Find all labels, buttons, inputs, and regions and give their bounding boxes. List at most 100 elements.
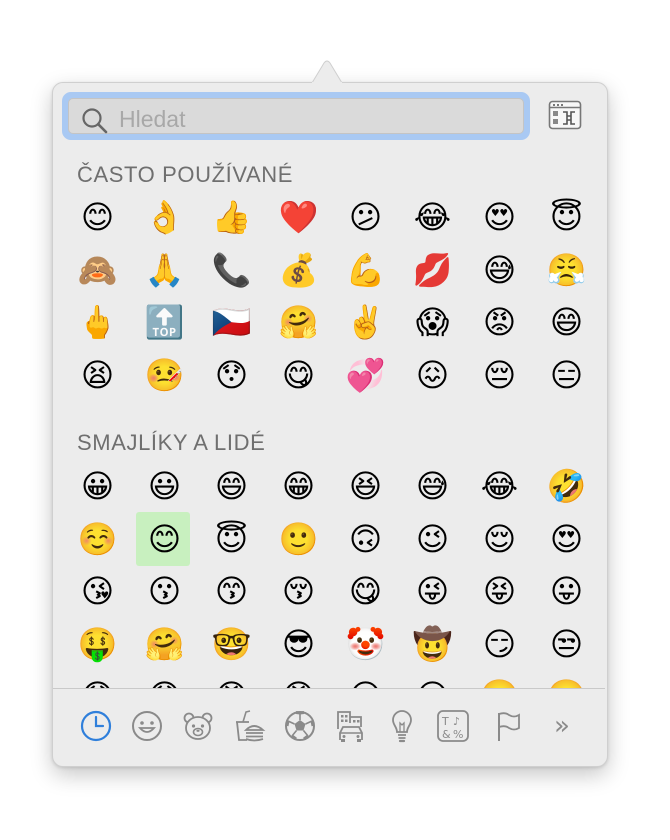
emoji-cell[interactable]: 😑: [533, 349, 600, 402]
emoji-cell[interactable]: 😄: [198, 460, 265, 513]
smileys-grid: 😀😃😄😁😆😅😂🤣 ☺️😊😇🙂🙃😉😌😍 😘😗😙😚😋😜😝😛 🤑🤗🤓😎🤡🤠😏😒 😞😟😠😡😔😕🙁…: [64, 460, 600, 688]
emoji-cell[interactable]: 🙃: [332, 513, 399, 566]
category-travel[interactable]: [331, 706, 371, 746]
emoji-cell[interactable]: 😕: [399, 670, 466, 688]
flag-icon: [498, 712, 520, 741]
emoji-cell[interactable]: 😠: [198, 670, 265, 688]
search-field[interactable]: [62, 92, 530, 140]
emoji-cell[interactable]: 😖: [399, 349, 466, 402]
popover-arrow: [312, 60, 342, 83]
category-smileys[interactable]: [127, 706, 167, 746]
emoji-cell[interactable]: 😅: [466, 244, 533, 297]
category-objects[interactable]: [382, 706, 422, 746]
emoji-cell[interactable]: 😜: [399, 565, 466, 618]
emoji-cell[interactable]: 😛: [533, 565, 600, 618]
emoji-cell[interactable]: 😔: [332, 670, 399, 688]
emoji-cell[interactable]: 😇: [198, 513, 265, 566]
buildings-car-icon: [337, 711, 363, 742]
emoji-cell[interactable]: 😃: [131, 460, 198, 513]
emoji-cell[interactable]: 🤡: [332, 618, 399, 671]
more-categories-button[interactable]: »: [542, 706, 582, 746]
emoji-cell[interactable]: 😫: [64, 349, 131, 402]
emoji-cell[interactable]: 🤠: [399, 618, 466, 671]
category-animals[interactable]: [178, 706, 218, 746]
svg-text:&: &: [442, 728, 451, 741]
emoji-cell[interactable]: 🤒: [131, 349, 198, 402]
emoji-cell[interactable]: 😱: [399, 296, 466, 349]
emoji-cell[interactable]: 😗: [131, 565, 198, 618]
category-symbols[interactable]: T ♪ & %: [433, 706, 473, 746]
search-box[interactable]: [68, 98, 524, 135]
emoji-cell[interactable]: 💰: [265, 244, 332, 297]
emoji-cell[interactable]: 😏: [466, 618, 533, 671]
emoji-cell[interactable]: 😌: [466, 513, 533, 566]
emoji-cell[interactable]: 🙏: [131, 244, 198, 297]
emoji-cell[interactable]: ✌️: [332, 296, 399, 349]
emoji-cell[interactable]: 😯: [198, 349, 265, 402]
emoji-cell[interactable]: 😆: [332, 460, 399, 513]
category-divider: [53, 688, 605, 689]
search-input[interactable]: [117, 103, 501, 135]
symbols-icon: T ♪ & %: [437, 710, 469, 742]
emoji-cell[interactable]: 🙁: [466, 670, 533, 688]
emoji-cell[interactable]: 💞: [332, 349, 399, 402]
emoji-cell[interactable]: 😝: [466, 565, 533, 618]
emoji-cell[interactable]: 😋: [265, 349, 332, 402]
emoji-cell[interactable]: 😚: [265, 565, 332, 618]
emoji-cell[interactable]: 🙂: [265, 513, 332, 566]
emoji-cell[interactable]: 😞: [64, 670, 131, 688]
emoji-cell[interactable]: 🤑: [64, 618, 131, 671]
emoji-cell[interactable]: 🤣: [533, 460, 600, 513]
bear-icon: [183, 712, 213, 740]
emoji-cell[interactable]: 🙈: [64, 244, 131, 297]
category-bar: T ♪ & % »: [76, 706, 586, 746]
emoji-cell[interactable]: 😡: [265, 670, 332, 688]
emoji-cell[interactable]: 🇨🇿: [198, 296, 265, 349]
category-flags[interactable]: [488, 706, 528, 746]
category-recent[interactable]: [76, 706, 116, 746]
emoji-cell[interactable]: 😒: [533, 618, 600, 671]
emoji-cell[interactable]: 💪: [332, 244, 399, 297]
emoji-cell[interactable]: 🤗: [265, 296, 332, 349]
emoji-cell[interactable]: 😍: [533, 513, 600, 566]
emoji-cell[interactable]: 😂: [399, 191, 466, 244]
emoji-cell[interactable]: 🤓: [198, 618, 265, 671]
category-activity[interactable]: [280, 706, 320, 746]
emoji-cell[interactable]: 😅: [399, 460, 466, 513]
emoji-cell[interactable]: 😡: [466, 296, 533, 349]
character-viewer-icon[interactable]: [548, 100, 582, 130]
emoji-cell[interactable]: 😇: [533, 191, 600, 244]
soccer-ball-icon: [285, 711, 315, 741]
emoji-cell[interactable]: 😋: [332, 565, 399, 618]
category-food[interactable]: [229, 706, 269, 746]
emoji-cell[interactable]: 😂: [466, 460, 533, 513]
frequently-used-grid: 😊 👌 👍 ❤️ 😕 😂 😍 😇 🙈 🙏 📞 💰 💪 💋 😅 😤 🖕 🔝 🇨🇿 🤗 ✌️ 😱 😡 😄 😫 🤒 😯 😋 💞 😖 😔 😑: [64, 191, 600, 401]
emoji-cell[interactable]: 🖕: [64, 296, 131, 349]
emoji-cell[interactable]: 👌: [131, 191, 198, 244]
emoji-cell[interactable]: 😍: [466, 191, 533, 244]
emoji-cell[interactable]: 🔝: [131, 296, 198, 349]
emoji-cell[interactable]: 😙: [198, 565, 265, 618]
search-icon: [82, 108, 108, 134]
emoji-cell[interactable]: 😕: [332, 191, 399, 244]
emoji-cell[interactable]: 😎: [265, 618, 332, 671]
emoji-cell[interactable]: ☺️: [64, 513, 131, 566]
emoji-cell[interactable]: 😄: [533, 296, 600, 349]
emoji-cell[interactable]: ☹️: [533, 670, 600, 688]
emoji-cell[interactable]: 🤗: [131, 618, 198, 671]
emoji-cell[interactable]: 📞: [198, 244, 265, 297]
emoji-cell[interactable]: 💋: [399, 244, 466, 297]
emoji-cell[interactable]: 😟: [131, 670, 198, 688]
emoji-cell[interactable]: ❤️: [265, 191, 332, 244]
emoji-cell[interactable]: 😊: [131, 511, 198, 565]
emoji-cell[interactable]: 😁: [265, 460, 332, 513]
smileys-scroll-area[interactable]: 😀😃😄😁😆😅😂🤣 ☺️😊😇🙂🙃😉😌😍 😘😗😙😚😋😜😝😛 🤑🤗🤓😎🤡🤠😏😒 😞😟😠😡😔😕🙁…: [53, 460, 605, 688]
emoji-cell[interactable]: 😤: [533, 244, 600, 297]
section-title-frequently-used: ČASTO POUŽÍVANÉ: [77, 162, 294, 187]
emoji-cell[interactable]: 😘: [64, 565, 131, 618]
emoji-cell[interactable]: 😔: [466, 349, 533, 402]
emoji-cell[interactable]: 😊: [64, 191, 131, 244]
emoji-cell[interactable]: 👍: [198, 191, 265, 244]
emoji-cell[interactable]: 😉: [399, 513, 466, 566]
emoji-cell[interactable]: 😀: [64, 460, 131, 513]
